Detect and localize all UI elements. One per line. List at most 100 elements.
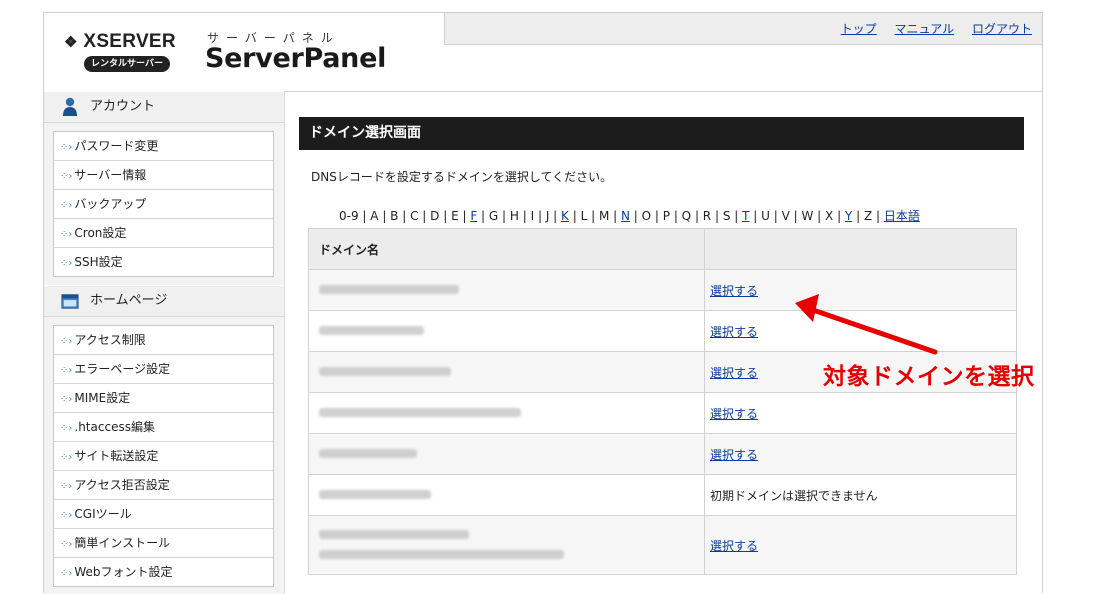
table-row: 選択する [308, 433, 1017, 475]
alpha-index-K[interactable]: K [561, 209, 569, 223]
alpha-separator: | [587, 209, 599, 223]
window-icon [61, 294, 79, 309]
sidebar-section-account: アカウント [44, 91, 284, 123]
alpha-separator: | [498, 209, 510, 223]
alpha-separator: | [534, 209, 546, 223]
alpha-separator: | [730, 209, 743, 223]
alpha-index-W: W [801, 209, 814, 223]
arrow-icon: ⁘› [60, 568, 73, 579]
menu-password-change[interactable]: ⁘› パスワード変更 [54, 132, 273, 161]
select-domain-link[interactable]: 選択する [710, 448, 758, 462]
alpha-separator: | [549, 209, 562, 223]
redacted-domain [319, 530, 469, 539]
alpha-index-0-9: 0-9 [339, 209, 359, 223]
arrow-icon: ⁘› [60, 423, 73, 434]
nav-logout-link[interactable]: ログアウト [972, 22, 1032, 36]
menu-access-deny[interactable]: ⁘› アクセス拒否設定 [54, 471, 273, 500]
alpha-separator: | [629, 209, 642, 223]
alpha-separator: | [651, 209, 663, 223]
alpha-index-H: H [509, 209, 519, 223]
redacted-domain [319, 490, 431, 499]
alphabet-index: 0-9 | A | B | C | D | E | F | G | H | I … [339, 207, 999, 224]
alpha-separator: | [398, 209, 411, 223]
page-description: DNSレコードを設定するドメインを選択してください。 [311, 170, 613, 184]
alpha-separator: | [609, 209, 621, 223]
action-header [704, 228, 1017, 270]
menu-mime[interactable]: ⁘› MIME設定 [54, 384, 273, 413]
menu-cron[interactable]: ⁘› Cron設定 [54, 219, 273, 248]
arrow-icon: ⁘› [60, 171, 73, 182]
redacted-domain [319, 326, 424, 335]
redacted-domain [319, 408, 521, 417]
domain-cell [308, 351, 705, 393]
alpha-index-Q: Q [681, 209, 692, 223]
alpha-index-日本語[interactable]: 日本語 [884, 209, 920, 223]
alpha-separator: | [852, 209, 864, 223]
arrow-icon: ⁘› [60, 258, 73, 269]
alpha-separator: | [691, 209, 703, 223]
select-domain-link[interactable]: 選択する [710, 284, 758, 298]
alpha-separator: | [833, 209, 845, 223]
arrow-icon: ⁘› [60, 452, 73, 463]
table-row: 初期ドメインは選択できません [308, 474, 1017, 516]
select-domain-link[interactable]: 選択する [710, 325, 758, 339]
menu-backup[interactable]: ⁘› バックアップ [54, 190, 273, 219]
menu-site-redirect[interactable]: ⁘› サイト転送設定 [54, 442, 273, 471]
select-domain-link[interactable]: 選択する [710, 366, 758, 380]
annotation-label: 対象ドメインを選択 [823, 364, 1035, 390]
sidebar: アカウント ⁘› パスワード変更 ⁘› サーバー情報 ⁘› バックアップ ⁘› Cron… [44, 91, 285, 594]
redacted-domain [319, 550, 564, 559]
alpha-separator: | [418, 209, 431, 223]
redacted-domain [319, 285, 459, 294]
domain-cell [308, 269, 705, 311]
alpha-index-M: M [598, 209, 610, 223]
alpha-index-R: R [702, 209, 712, 223]
arrow-icon: ⁘› [60, 365, 73, 376]
alpha-index-Z: Z [863, 209, 873, 223]
arrow-icon: ⁘› [60, 336, 73, 347]
alpha-index-G: G [488, 209, 499, 223]
menu-ssh[interactable]: ⁘› SSH設定 [54, 248, 273, 276]
menu-cgi-tools[interactable]: ⁘› CGIツール [54, 500, 273, 529]
domain-cell [308, 433, 705, 475]
annotation-arrow-icon [795, 294, 938, 355]
sidebar-section-homepage: ホームページ [44, 285, 284, 317]
nav-top-link[interactable]: トップ [841, 22, 877, 36]
alpha-separator: | [358, 209, 371, 223]
alpha-index-N[interactable]: N [621, 209, 630, 223]
arrow-icon: ⁘› [60, 510, 73, 521]
main-content: ドメイン選択画面 DNSレコードを設定するドメインを選択してください。 0-9 … [299, 117, 1024, 575]
initial-domain-note: 初期ドメインは選択できません [704, 474, 1017, 516]
menu-server-info[interactable]: ⁘› サーバー情報 [54, 161, 273, 190]
menu-access-restriction[interactable]: ⁘› アクセス制限 [54, 326, 273, 355]
account-menu: ⁘› パスワード変更 ⁘› サーバー情報 ⁘› バックアップ ⁘› Cron設定 ⁘› S… [53, 131, 274, 277]
alpha-index-P: P [662, 209, 670, 223]
arrow-icon: ⁘› [60, 394, 73, 405]
arrow-icon: ⁘› [60, 229, 73, 240]
alpha-separator: | [789, 209, 802, 223]
domain-cell [308, 474, 705, 516]
alpha-separator: | [872, 209, 884, 223]
domain-table: ドメイン名 選択する 選択する 選択する 選択する 選択する 初期ドメインは選択… [308, 228, 1017, 575]
menu-htaccess[interactable]: ⁘› .htaccess編集 [54, 413, 273, 442]
menu-error-page[interactable]: ⁘› エラーページ設定 [54, 355, 273, 384]
select-domain-link[interactable]: 選択する [710, 539, 758, 553]
alpha-separator: | [749, 209, 762, 223]
alpha-index-V: V [781, 209, 790, 223]
menu-easy-install[interactable]: ⁘› 簡単インストール [54, 529, 273, 558]
alpha-separator: | [711, 209, 723, 223]
alpha-separator: | [769, 209, 782, 223]
menu-web-font[interactable]: ⁘› Webフォント設定 [54, 558, 273, 586]
alpha-index-O: O [641, 209, 652, 223]
select-domain-link[interactable]: 選択する [710, 407, 758, 421]
rental-server-badge: レンタルサーバー [84, 56, 170, 72]
alpha-index-U: U [761, 209, 770, 223]
top-nav: トップ マニュアル ログアウト [444, 13, 1042, 45]
nav-manual-link[interactable]: マニュアル [895, 22, 955, 36]
alpha-separator: | [439, 209, 452, 223]
alpha-separator: | [568, 209, 581, 223]
alpha-separator: | [378, 209, 391, 223]
alpha-index-A: A [370, 209, 379, 223]
table-row: 選択する [308, 392, 1017, 434]
arrow-icon: ⁘› [60, 539, 73, 550]
